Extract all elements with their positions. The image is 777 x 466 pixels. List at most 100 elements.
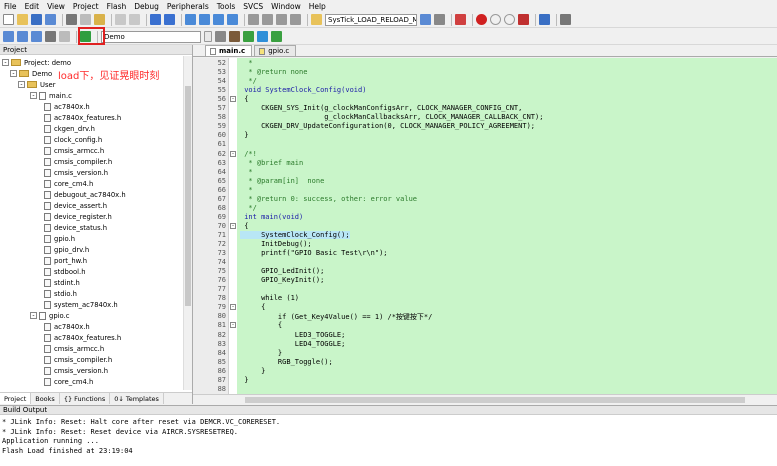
build-output[interactable]: * JLink Info: Reset: Halt core after res… [0, 415, 777, 466]
tab-main-c[interactable]: main.c [205, 45, 253, 56]
tree-item[interactable]: device_register.h [44, 211, 112, 222]
batch-build-icon[interactable] [45, 31, 56, 42]
nav-forward-icon[interactable] [164, 14, 175, 25]
collapse-icon[interactable]: - [30, 92, 37, 99]
save-all-icon[interactable] [45, 14, 56, 25]
tree-item[interactable]: ac7840x_features.h [44, 332, 121, 343]
tree-item[interactable]: - User [18, 79, 56, 90]
unindent-icon[interactable] [262, 14, 273, 25]
select-software-packs-icon[interactable] [257, 31, 268, 42]
menu-flash[interactable]: Flash [107, 2, 127, 11]
nav-back-icon[interactable] [150, 14, 161, 25]
prev-bookmark-icon[interactable] [199, 14, 210, 25]
breakpoint-kill-all-icon[interactable] [518, 14, 529, 25]
target-select[interactable]: Demo [101, 30, 201, 43]
tree-item[interactable]: stdio.h [44, 288, 77, 299]
paste-icon[interactable] [94, 14, 105, 25]
find-in-files-icon[interactable] [311, 14, 322, 25]
fold-toggle-icon[interactable]: - [230, 150, 236, 157]
manage-run-time-env-icon[interactable] [243, 31, 254, 42]
tree-item[interactable]: cmsis_compiler.h [44, 156, 112, 167]
breakpoint-icon[interactable] [476, 14, 487, 25]
window-layout-icon[interactable] [539, 14, 550, 25]
tree-item[interactable]: - Demo [10, 68, 52, 79]
target-options-icon[interactable] [215, 31, 226, 42]
fold-toggle-icon[interactable]: - [230, 222, 236, 229]
tree-item[interactable]: cmsis_armcc.h [44, 145, 104, 156]
tab-functions[interactable]: {} Functions [60, 393, 111, 404]
menu-debug[interactable]: Debug [134, 2, 159, 11]
file-extensions-icon[interactable] [229, 31, 240, 42]
tree-item[interactable]: cmsis_armcc.h [44, 343, 104, 354]
bookmark-icon[interactable] [185, 14, 196, 25]
tree-item[interactable]: stdint.h [44, 277, 80, 288]
tree-item[interactable]: gpio_drv.h [44, 244, 89, 255]
menu-window[interactable]: Window [271, 2, 301, 11]
menu-view[interactable]: View [47, 2, 65, 11]
build-icon[interactable] [17, 31, 28, 42]
tree-item[interactable]: gpio.h [44, 233, 75, 244]
copy-icon[interactable] [80, 14, 91, 25]
pack-installer-icon[interactable] [271, 31, 282, 42]
menu-help[interactable]: Help [309, 2, 326, 11]
menu-tools[interactable]: Tools [217, 2, 235, 11]
tree-item[interactable]: core_cm4.h [44, 178, 93, 189]
redo-icon[interactable] [129, 14, 140, 25]
find-icon[interactable] [420, 14, 431, 25]
new-file-icon[interactable] [3, 14, 14, 25]
tab-project[interactable]: Project [0, 393, 32, 404]
rebuild-icon[interactable] [31, 31, 42, 42]
tree-item[interactable]: cmsis_version.h [44, 167, 108, 178]
menu-file[interactable]: File [4, 2, 17, 11]
fold-toggle-icon[interactable]: - [230, 304, 236, 311]
menu-svcs[interactable]: SVCS [243, 2, 263, 11]
breakpoint-disable-icon[interactable] [490, 14, 501, 25]
menu-peripherals[interactable]: Peripherals [167, 2, 209, 11]
indent-icon[interactable] [248, 14, 259, 25]
collapse-icon[interactable]: - [10, 70, 17, 77]
collapse-icon[interactable]: - [18, 81, 25, 88]
chevron-down-icon[interactable] [204, 31, 212, 42]
fold-toggle-icon[interactable]: - [230, 322, 236, 329]
incremental-find-icon[interactable] [434, 14, 445, 25]
breakpoint-disable-all-icon[interactable] [504, 14, 515, 25]
tree-item[interactable]: stdbool.h [44, 266, 86, 277]
tree-item[interactable]: ac7840x_features.h [44, 112, 121, 123]
uncomment-icon[interactable] [290, 14, 301, 25]
collapse-icon[interactable]: - [30, 312, 37, 319]
code-editor[interactable]: 52 * 53 * @return none 54 */ 55 void System… [193, 58, 777, 394]
tree-item[interactable]: debugout_ac7840x.h [44, 189, 126, 200]
stop-build-icon[interactable] [59, 31, 70, 42]
tree-item[interactable]: device_assert.h [44, 200, 107, 211]
tree-item[interactable]: cmsis_version.h [44, 365, 108, 376]
fold-toggle-icon[interactable]: - [230, 96, 236, 103]
save-icon[interactable] [31, 14, 42, 25]
tree-item[interactable]: core_cm4.h [44, 376, 93, 387]
tree-item[interactable]: cmsis_compiler.h [44, 354, 112, 365]
tree-item[interactable]: ac7840x.h [44, 101, 90, 112]
tab-books[interactable]: Books [31, 393, 60, 404]
clear-bookmarks-icon[interactable] [227, 14, 238, 25]
configure-icon[interactable] [560, 14, 571, 25]
translate-icon[interactable] [3, 31, 14, 42]
tree-item[interactable]: - gpio.c [30, 310, 69, 321]
scrollbar-thumb[interactable] [185, 86, 191, 306]
function-combo[interactable]: SysTick_LOAD_RELOAD_M [325, 13, 417, 26]
undo-icon[interactable] [115, 14, 126, 25]
editor-horizontal-scrollbar[interactable] [193, 394, 777, 404]
cut-icon[interactable] [66, 14, 77, 25]
tree-item[interactable]: - main.c [30, 90, 72, 101]
collapse-icon[interactable]: - [2, 59, 9, 66]
scrollbar-thumb[interactable] [245, 397, 745, 403]
tree-item[interactable]: device_status.h [44, 222, 107, 233]
tree-item[interactable]: clock_config.h [44, 134, 102, 145]
tree-item[interactable]: system_ac7840x.h [44, 299, 118, 310]
tab-gpio-c[interactable]: gpio.c [254, 45, 297, 56]
menu-edit[interactable]: Edit [25, 2, 40, 11]
project-scrollbar[interactable] [183, 56, 192, 390]
tree-item[interactable]: port_hw.h [44, 255, 87, 266]
tree-item[interactable]: ckgen_drv.h [44, 123, 95, 134]
tab-templates[interactable]: 0↓ Templates [110, 393, 164, 404]
open-folder-icon[interactable] [17, 14, 28, 25]
menu-project[interactable]: Project [73, 2, 99, 11]
